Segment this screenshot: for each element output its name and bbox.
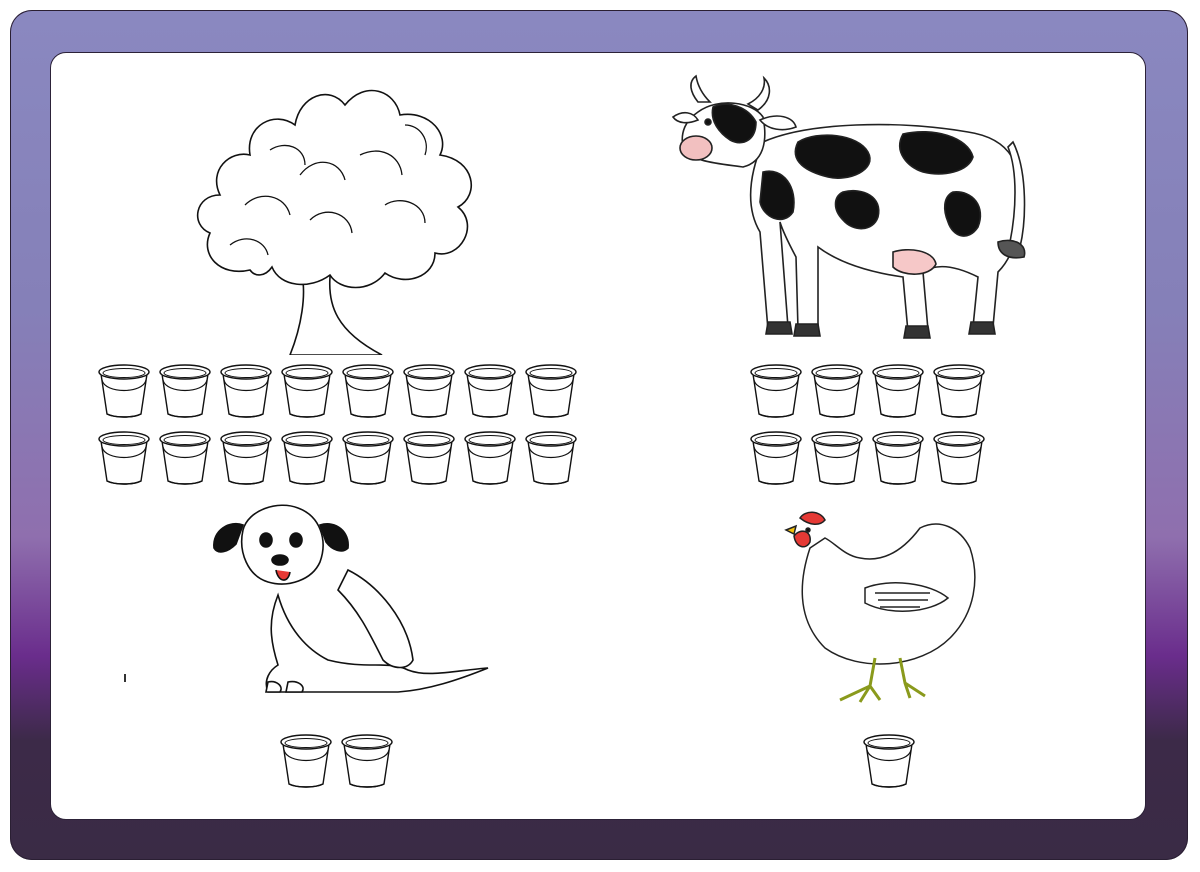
bucket-icon <box>278 427 335 487</box>
bucket-icon <box>860 730 917 790</box>
bucket-icon <box>400 360 457 420</box>
bucket-icon <box>808 360 865 420</box>
bucket-icon <box>95 427 152 487</box>
bucket-icon <box>278 360 335 420</box>
cow-icon <box>668 72 1038 350</box>
bucket-icon <box>338 730 395 790</box>
hen-icon <box>780 508 985 708</box>
bucket-icon <box>217 427 274 487</box>
tree-bucket-row-1 <box>95 360 579 420</box>
bucket-icon <box>869 427 926 487</box>
cow-bucket-row-2 <box>747 427 987 487</box>
bucket-icon <box>461 427 518 487</box>
bucket-icon <box>522 427 579 487</box>
bucket-icon <box>339 360 396 420</box>
dog-bucket-row <box>277 730 395 790</box>
tree-icon <box>190 55 485 356</box>
bucket-icon <box>156 427 213 487</box>
bucket-icon <box>747 360 804 420</box>
cow-bucket-row-1 <box>747 360 987 420</box>
hen-bucket-row <box>860 730 917 790</box>
bucket-icon <box>400 427 457 487</box>
tree-bucket-row-2 <box>95 427 579 487</box>
bucket-icon <box>869 360 926 420</box>
bucket-icon <box>277 730 334 790</box>
bucket-icon <box>930 427 987 487</box>
bucket-icon <box>217 360 274 420</box>
bucket-icon <box>461 360 518 420</box>
stray-mark <box>124 674 126 682</box>
dog-icon <box>208 500 493 705</box>
bucket-icon <box>156 360 213 420</box>
bucket-icon <box>747 427 804 487</box>
bucket-icon <box>930 360 987 420</box>
bucket-icon <box>339 427 396 487</box>
bucket-icon <box>95 360 152 420</box>
bucket-icon <box>808 427 865 487</box>
bucket-icon <box>522 360 579 420</box>
